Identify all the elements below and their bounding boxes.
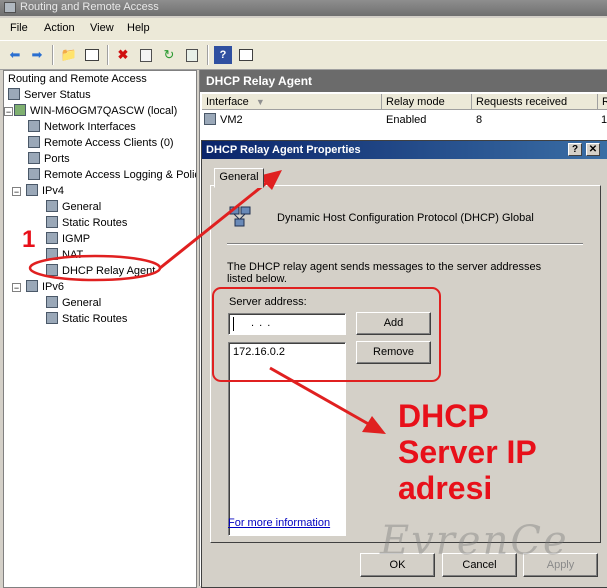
arrow-head [362, 416, 386, 434]
watermark: EvrenCe [380, 518, 569, 564]
arrow-to-dialog [159, 178, 271, 270]
callout-text: DHCP Server IP adresi [398, 398, 537, 506]
tab-general[interactable]: General [214, 168, 264, 188]
highlight-box [212, 287, 441, 382]
highlight-ellipse [28, 254, 162, 282]
step-number: 1 [22, 226, 36, 253]
